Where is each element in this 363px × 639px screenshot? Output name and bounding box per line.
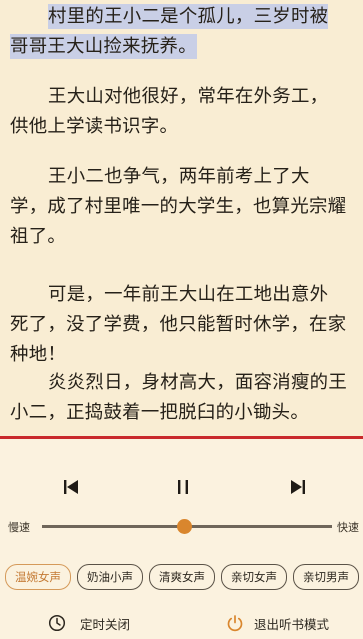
text-line-content: 炎炎烈日，身材高大，面容消瘦的王 bbox=[48, 372, 348, 393]
power-icon bbox=[227, 615, 243, 632]
paragraph: 王小二也争气，两年前考上了大 学，成了村里唯一的大学生，也算光宗耀 祖了。 bbox=[10, 162, 355, 252]
text-line-content: 可是，一年前王大山在工地出意外 bbox=[48, 284, 329, 305]
skip-next-icon bbox=[291, 480, 305, 494]
text-line: 祖了。 bbox=[10, 222, 355, 252]
text-line-content: 供他上学读书识字。 bbox=[10, 116, 179, 137]
paragraph: 可是，一年前王大山在工地出意外 死了，没了学费，他只能暂时休学，在家 种地！ bbox=[10, 280, 355, 370]
text-line-content: 学，成了村里唯一的大学生，也算光宗耀 bbox=[10, 196, 347, 217]
pause-icon bbox=[178, 480, 188, 494]
exit-listen-mode-label: 退出听书模式 bbox=[254, 616, 330, 632]
voice-chip[interactable]: 亲切女声 bbox=[221, 564, 287, 590]
voice-chip[interactable]: 奶油小声 bbox=[77, 564, 143, 590]
voice-chip[interactable]: 亲切男声 bbox=[293, 564, 359, 590]
text-line: 哥哥王大山捡来抚养。 bbox=[10, 32, 355, 62]
reader-page: 村里的王小二是个孤儿，三岁时被 哥哥王大山捡来抚养。 王大山对他很好，常年在外务… bbox=[0, 0, 363, 437]
highlighted-text: 哥哥王大山捡来抚养。 bbox=[10, 34, 197, 59]
highlighted-text: 村里的王小二是个孤儿，三岁时被 bbox=[48, 4, 329, 29]
text-line-content: 小二，正捣鼓着一把脱臼的小锄头。 bbox=[10, 402, 310, 423]
clock-icon bbox=[48, 614, 66, 632]
text-line: 可是，一年前王大山在工地出意外 bbox=[10, 280, 355, 310]
exit-listen-mode-button[interactable]: 退出听书模式 bbox=[226, 611, 329, 635]
text-line: 供他上学读书识字。 bbox=[10, 112, 355, 142]
text-line: 王小二也争气，两年前考上了大 bbox=[10, 162, 355, 192]
audio-player-panel: 慢速 快速 温婉女声 奶油小声 清爽女声 亲切女声 亲切男声 定时关闭 退出听书模式 bbox=[0, 439, 363, 639]
speed-slider-thumb[interactable] bbox=[176, 519, 192, 534]
text-line: 小二，正捣鼓着一把脱臼的小锄头。 bbox=[10, 398, 355, 428]
text-line: 王大山对他很好，常年在外务工， bbox=[10, 82, 355, 112]
text-line: 村里的王小二是个孤儿，三岁时被 bbox=[10, 2, 355, 32]
text-line: 死了，没了学费，他只能暂时休学，在家 bbox=[10, 310, 355, 340]
paragraph: 炎炎烈日，身材高大，面容消瘦的王 小二，正捣鼓着一把脱臼的小锄头。 bbox=[10, 368, 355, 428]
text-line-content: 祖了。 bbox=[10, 226, 67, 247]
timer-close-button[interactable]: 定时关闭 bbox=[48, 611, 130, 635]
next-chapter-button[interactable] bbox=[287, 476, 309, 498]
text-line-content: 王大山对他很好，常年在外务工， bbox=[48, 86, 329, 107]
timer-close-label: 定时关闭 bbox=[80, 616, 131, 632]
slow-speed-label: 慢速 bbox=[8, 521, 30, 534]
voice-chip[interactable]: 温婉女声 bbox=[5, 564, 71, 590]
pause-button[interactable] bbox=[172, 476, 194, 498]
text-line: 学，成了村里唯一的大学生，也算光宗耀 bbox=[10, 192, 355, 222]
previous-chapter-button[interactable] bbox=[60, 476, 82, 498]
text-line: 炎炎烈日，身材高大，面容消瘦的王 bbox=[10, 368, 355, 398]
voice-selector: 温婉女声 奶油小声 清爽女声 亲切女声 亲切男声 bbox=[5, 564, 363, 594]
voice-chip[interactable]: 清爽女声 bbox=[149, 564, 215, 590]
paragraph: 王大山对他很好，常年在外务工， 供他上学读书识字。 bbox=[10, 82, 355, 142]
text-line-content: 王小二也争气，两年前考上了大 bbox=[48, 166, 310, 187]
paragraph: 村里的王小二是个孤儿，三岁时被 哥哥王大山捡来抚养。 bbox=[10, 2, 355, 62]
text-line-content: 种地！ bbox=[10, 344, 67, 365]
speed-slider-fill bbox=[42, 525, 185, 528]
fast-speed-label: 快速 bbox=[337, 521, 359, 534]
text-line-content: 死了，没了学费，他只能暂时休学，在家 bbox=[10, 314, 347, 335]
text-line: 种地！ bbox=[10, 340, 355, 370]
skip-previous-icon bbox=[64, 480, 78, 494]
